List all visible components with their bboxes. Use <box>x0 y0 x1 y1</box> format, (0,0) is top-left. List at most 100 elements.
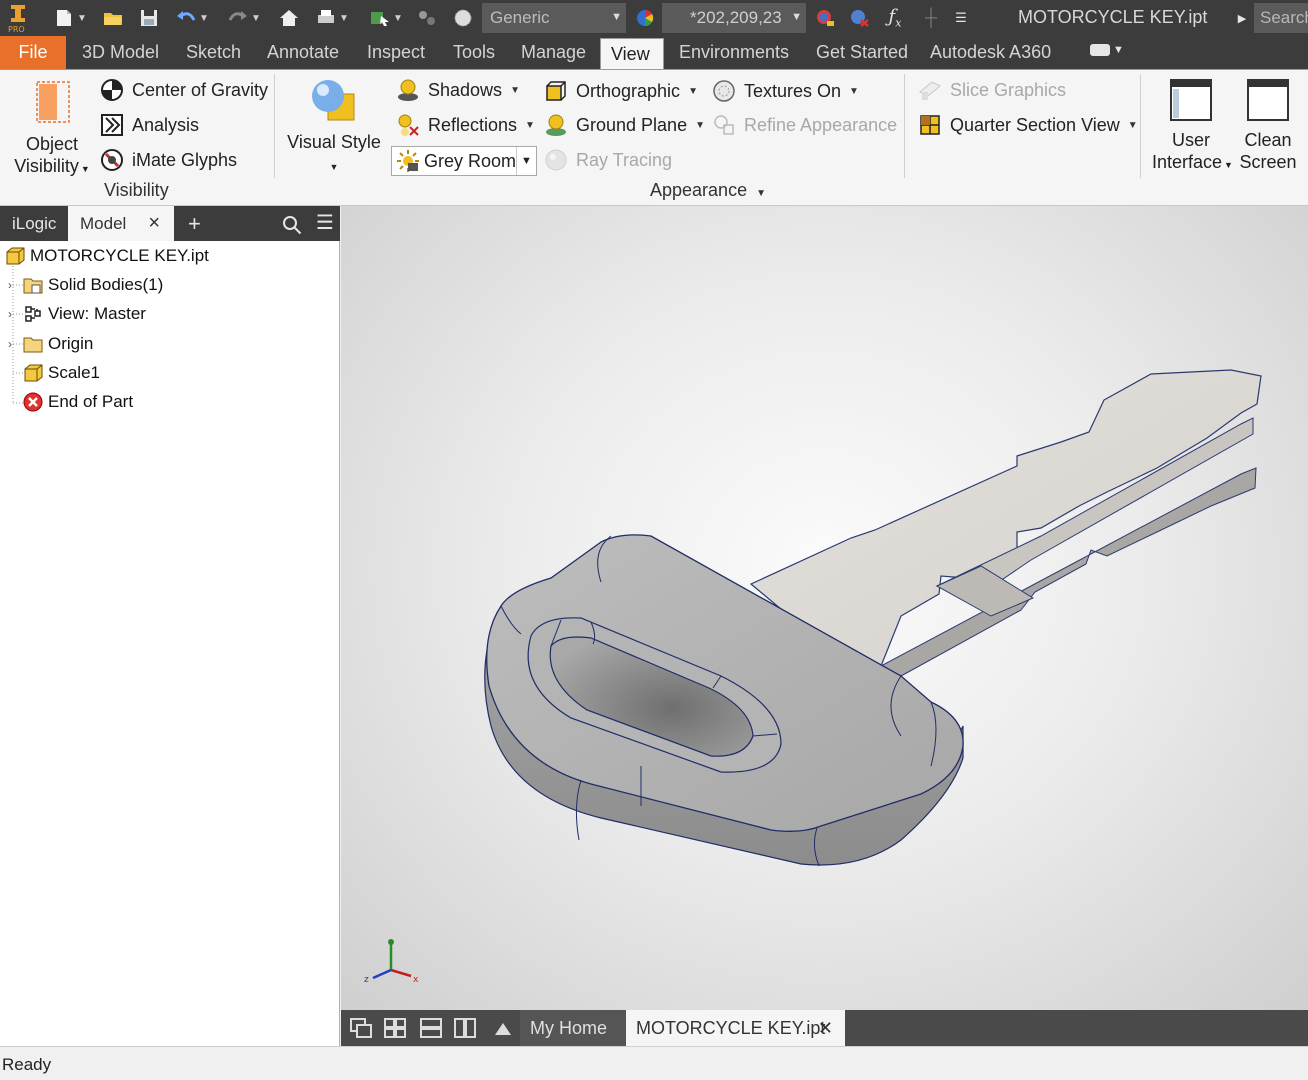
tab-3d-model[interactable]: 3D Model <box>72 36 169 69</box>
browser-menu-button[interactable]: ☰ <box>304 206 346 241</box>
center-of-gravity-label: Center of Gravity <box>132 79 269 100</box>
tab-sketch[interactable]: Sketch <box>176 36 251 69</box>
print-icon <box>318 10 335 23</box>
tree-node-view-master[interactable]: › View: Master <box>8 303 146 325</box>
tab-manage[interactable]: Manage <box>511 36 596 69</box>
tab-list-up-icon[interactable] <box>491 1017 515 1039</box>
tab-motorcycle-key[interactable]: MOTORCYCLE KEY.ipt ✕ <box>626 1010 845 1046</box>
window-title: MOTORCYCLE KEY.ipt <box>1018 7 1208 27</box>
analysis-button[interactable]: Analysis <box>100 113 199 137</box>
textures-on-button[interactable]: Textures On ▼ <box>712 79 859 103</box>
search-input[interactable]: Search <box>1254 3 1308 33</box>
orthographic-button[interactable]: Orthographic ▼ <box>544 79 698 103</box>
material-dropdown[interactable]: Generic ▼ <box>482 3 626 33</box>
expand-arrow-icon[interactable]: › <box>8 278 22 292</box>
tab-annotate[interactable]: Annotate <box>257 36 349 69</box>
customize-toolbar-button[interactable]: ☰ <box>950 4 972 32</box>
tab-autodesk-a360[interactable]: Autodesk A360 <box>920 36 1061 69</box>
expand-arrow-icon[interactable]: › <box>8 337 22 351</box>
object-visibility-button[interactable]: Object Visibility ▼ <box>14 78 90 180</box>
open-button[interactable] <box>100 4 126 32</box>
tree-node-root[interactable]: MOTORCYCLE KEY.ipt <box>4 245 209 267</box>
user-interface-button[interactable]: User Interface ▼ <box>1152 76 1233 176</box>
redo-button[interactable]: ▼ <box>222 4 266 32</box>
tab-get-started[interactable]: Get Started <box>806 36 918 69</box>
clear-appearance-button[interactable] <box>846 4 872 32</box>
tab-tools[interactable]: Tools <box>443 36 505 69</box>
ground-plane-button[interactable]: Ground Plane ▼ <box>544 113 705 137</box>
ray-tracing-button[interactable]: Ray Tracing <box>544 148 672 172</box>
tab-ilogic[interactable]: iLogic <box>0 206 68 241</box>
tab-my-home[interactable]: My Home <box>520 1010 626 1046</box>
tile-windows-icon[interactable] <box>383 1017 407 1039</box>
quarter-section-view-button[interactable]: Quarter Section View ▼ <box>918 113 1138 137</box>
tree-node-origin[interactable]: › Origin <box>8 333 93 355</box>
title-expand-button[interactable]: ▶ <box>1232 4 1252 32</box>
ibl-environment-dropdown[interactable]: Grey Room ▼ <box>391 146 537 176</box>
center-of-gravity-button[interactable]: Center of Gravity <box>100 78 268 102</box>
home-view-button[interactable] <box>276 4 302 32</box>
undo-button[interactable]: ▼ <box>170 4 214 32</box>
appearance-panel-label[interactable]: Appearance ▼ <box>650 180 766 201</box>
clean-screen-label-2: Screen <box>1239 152 1297 172</box>
ribbon-tab-bar: File 3D Model Sketch Annotate Inspect To… <box>0 36 1308 71</box>
tab-environments[interactable]: Environments <box>669 36 799 69</box>
graphics-viewport[interactable]: x z <box>341 206 1308 1010</box>
quarter-section-icon <box>920 115 940 135</box>
adjust-appearance-button[interactable] <box>812 4 838 32</box>
return-button[interactable]: ▼ <box>364 4 408 32</box>
clean-screen-button[interactable]: Clean Screen <box>1236 76 1300 173</box>
user-interface-label-1: User <box>1171 130 1210 150</box>
tree-node-solid-bodies[interactable]: › Solid Bodies(1) <box>8 274 163 296</box>
material-button[interactable] <box>450 4 476 32</box>
slice-graphics-button[interactable]: Slice Graphics <box>918 78 1066 102</box>
visual-style-button[interactable]: Visual Style ▼ <box>286 76 382 178</box>
ray-tracing-label: Ray Tracing <box>576 149 673 170</box>
parameters-button[interactable]: ƒx <box>882 4 908 32</box>
inventor-logo-icon[interactable]: PRO <box>6 2 30 34</box>
lighting-style-icon <box>397 150 419 172</box>
appearance-button[interactable] <box>632 4 658 32</box>
tree-node-end-of-part[interactable]: End of Part <box>8 391 133 413</box>
quick-access-toolbar: PRO ▼ ▼ ▼ ▼ ▼ Generic ▼ *202,209,23 ▼ ƒx… <box>0 0 1308 36</box>
tab-inspect[interactable]: Inspect <box>357 36 435 69</box>
plus-icon: + <box>188 211 201 236</box>
shadows-label: Shadows <box>428 79 503 100</box>
cascade-windows-icon[interactable] <box>349 1017 373 1039</box>
arrange-horizontal-icon[interactable] <box>419 1017 443 1039</box>
visibility-panel-label: Visibility <box>104 180 169 200</box>
shadows-button[interactable]: Shadows ▼ <box>396 78 520 102</box>
tab-file[interactable]: File <box>0 36 66 69</box>
select-mode-button[interactable] <box>414 4 440 32</box>
expand-arrow-icon[interactable]: › <box>8 307 22 321</box>
orthographic-label: Orthographic <box>576 80 681 101</box>
reflections-button[interactable]: Reflections ▼ <box>396 113 535 137</box>
view-triad[interactable]: x z <box>363 936 423 993</box>
imate-glyphs-button[interactable]: iMate Glyphs <box>100 148 237 172</box>
analysis-icon <box>101 114 123 136</box>
tree-node-scale1[interactable]: Scale1 <box>8 362 100 384</box>
tab-model[interactable]: Model × <box>68 206 174 241</box>
appearance-dropdown[interactable]: *202,209,23 ▼ <box>662 3 806 33</box>
add-browser-tab-button[interactable]: + <box>176 206 213 241</box>
refine-appearance-button[interactable]: Refine Appearance <box>712 113 897 137</box>
measure-button[interactable]: ┼ <box>918 4 944 32</box>
chevron-down-icon: ▼ <box>849 85 859 97</box>
ray-tracing-icon <box>545 149 567 171</box>
ribbon-display-options-button[interactable]: ▼ <box>1090 44 1124 57</box>
open-folder-icon <box>104 13 122 25</box>
clear-appearance-icon <box>851 10 869 27</box>
key-blade-top <box>749 369 1262 677</box>
new-button[interactable]: ▼ <box>48 4 92 32</box>
customize-dropdown-icon: ☰ <box>955 10 967 25</box>
close-icon[interactable]: ✕ <box>818 1010 833 1046</box>
view-rep-icon <box>25 306 41 322</box>
panel-divider <box>274 74 275 178</box>
svg-text:PRO: PRO <box>8 25 25 34</box>
arrange-vertical-icon[interactable] <box>453 1017 477 1039</box>
tab-view[interactable]: View <box>600 38 664 71</box>
print-button[interactable]: ▼ <box>310 4 354 32</box>
close-icon[interactable]: × <box>148 206 160 241</box>
save-button[interactable] <box>136 4 162 32</box>
chevron-down-icon: ▼ <box>756 188 766 199</box>
